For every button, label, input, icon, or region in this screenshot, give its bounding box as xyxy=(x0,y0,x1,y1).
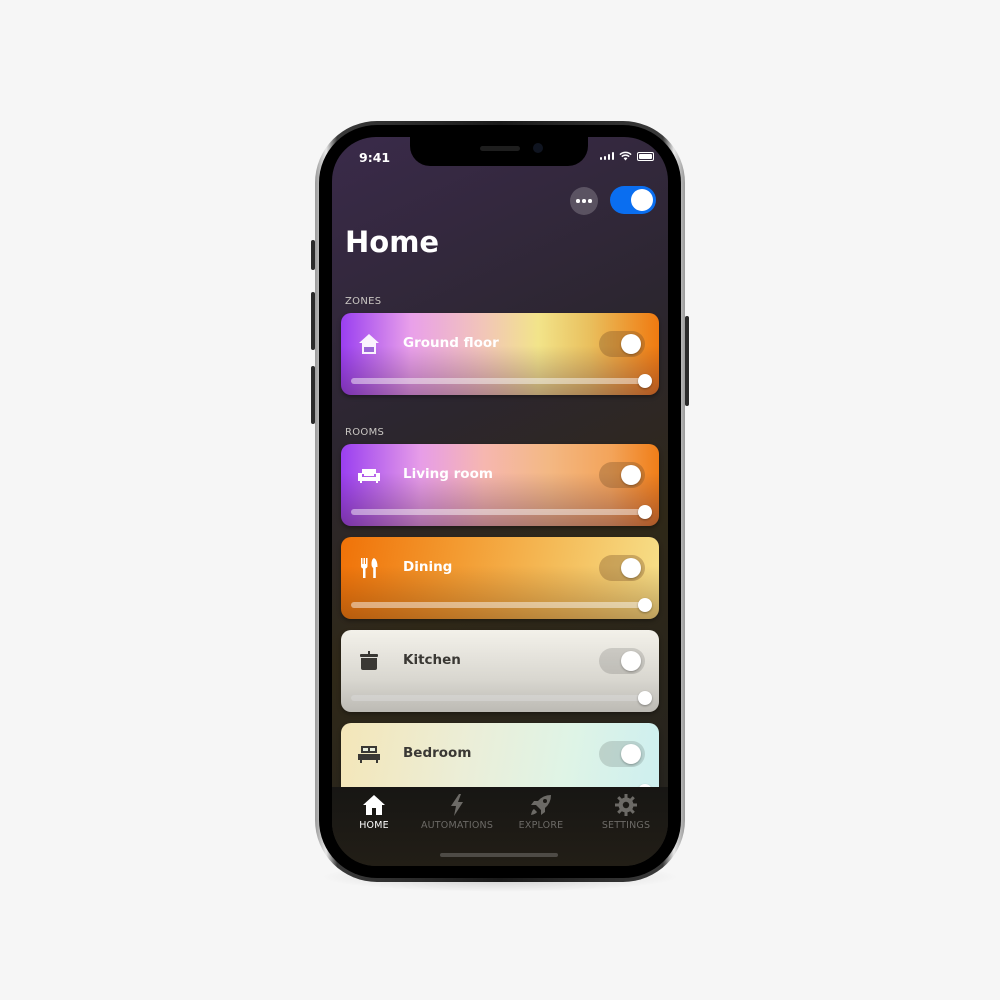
zone-card-ground-floor[interactable]: Ground floor xyxy=(341,313,659,395)
brightness-slider-thumb[interactable] xyxy=(638,374,652,388)
tab-label: AUTOMATIONS xyxy=(420,820,494,831)
wifi-icon xyxy=(619,151,632,161)
tab-label: HOME xyxy=(359,820,389,831)
notch xyxy=(410,137,588,166)
tab-automations[interactable]: AUTOMATIONS xyxy=(415,793,499,831)
bed-icon xyxy=(358,746,380,763)
more-options-button[interactable] xyxy=(570,187,598,215)
brightness-slider-thumb[interactable] xyxy=(638,691,652,705)
room-name: Dining xyxy=(403,559,453,575)
brightness-slider[interactable] xyxy=(351,505,652,519)
fork-knife-icon xyxy=(361,558,378,578)
room-power-toggle[interactable] xyxy=(599,555,645,581)
brightness-slider[interactable] xyxy=(351,598,652,612)
rocket-icon xyxy=(531,795,551,815)
room-card-living-room[interactable]: Living room xyxy=(341,444,659,526)
brightness-fill xyxy=(351,378,645,384)
rooms-section-label: ROOMS xyxy=(345,427,385,438)
lightning-bolt-icon xyxy=(451,794,463,816)
page-title: Home xyxy=(345,225,440,259)
room-name: Kitchen xyxy=(403,652,461,668)
brightness-slider[interactable] xyxy=(351,374,652,388)
tab-home[interactable]: HOME xyxy=(332,793,416,831)
tab-label: SETTINGS xyxy=(601,820,651,831)
ellipsis-icon xyxy=(576,199,580,203)
tab-settings[interactable]: SETTINGS xyxy=(584,793,668,831)
power-button xyxy=(685,316,689,406)
zones-section-label: ZONES xyxy=(345,296,382,307)
room-power-toggle[interactable] xyxy=(599,648,645,674)
room-name: Bedroom xyxy=(403,745,472,761)
app-screen: 9:41 Home ZONES Ground floor ROOMS Livin… xyxy=(332,137,668,866)
status-time: 9:41 xyxy=(359,150,391,165)
toggle-knob xyxy=(631,189,653,211)
room-power-toggle[interactable] xyxy=(599,462,645,488)
phone-frame: 9:41 Home ZONES Ground floor ROOMS Livin… xyxy=(315,121,685,882)
house-icon xyxy=(359,334,379,354)
room-name: Living room xyxy=(403,466,493,482)
brightness-fill xyxy=(351,602,645,608)
zone-name: Ground floor xyxy=(403,335,499,351)
zone-power-toggle[interactable] xyxy=(599,331,645,357)
brightness-slider-thumb[interactable] xyxy=(638,505,652,519)
battery-icon xyxy=(637,151,654,161)
room-card-dining[interactable]: Dining xyxy=(341,537,659,619)
home-indicator[interactable] xyxy=(440,853,558,857)
speaker-grille xyxy=(480,146,520,151)
cellular-signal-icon xyxy=(599,152,614,160)
brightness-slider-thumb[interactable] xyxy=(638,598,652,612)
tab-label: EXPLORE xyxy=(518,820,564,831)
all-lights-toggle[interactable] xyxy=(610,186,656,214)
brightness-slider[interactable] xyxy=(351,691,652,705)
room-card-kitchen[interactable]: Kitchen xyxy=(341,630,659,712)
gear-icon xyxy=(615,794,637,816)
sofa-icon xyxy=(358,469,380,483)
home-icon xyxy=(363,795,385,815)
cooking-pot-icon xyxy=(360,651,378,670)
brightness-fill xyxy=(351,509,645,515)
brightness-fill xyxy=(351,695,645,701)
room-power-toggle[interactable] xyxy=(599,741,645,767)
tab-explore[interactable]: EXPLORE xyxy=(499,793,583,831)
front-camera xyxy=(533,143,543,153)
status-icons xyxy=(599,151,654,161)
